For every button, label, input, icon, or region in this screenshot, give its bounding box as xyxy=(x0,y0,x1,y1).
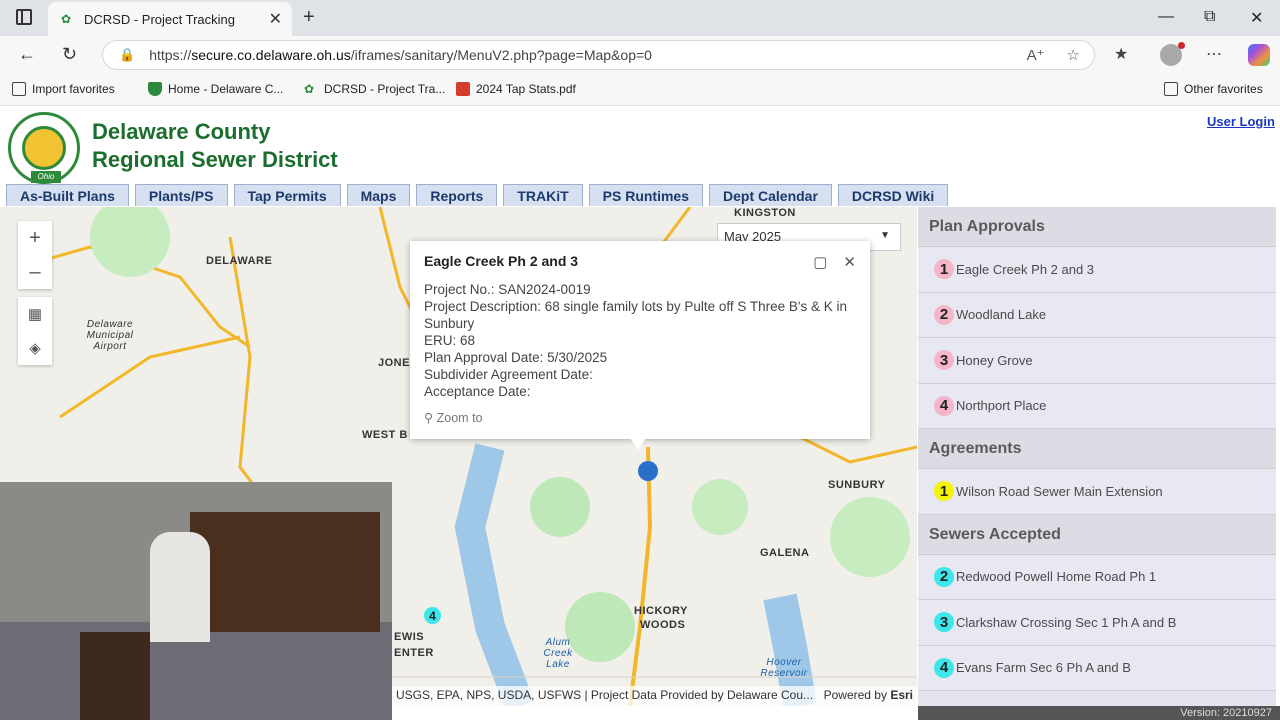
version-label: Version: 20210927 xyxy=(918,706,1280,720)
menu-plants-ps[interactable]: Plants/PS xyxy=(134,184,228,206)
url-path: /iframes/sanitary/MenuV2.php?page=Map&op… xyxy=(350,47,652,63)
popup-approval-date: Plan Approval Date: 5/30/2025 xyxy=(424,350,608,365)
more-menu-icon[interactable]: ⋯ xyxy=(1206,44,1222,64)
magnifier-icon: ⚲ xyxy=(424,411,434,425)
address-bar-row: ← ↻ 🔒 https://secure.co.delaware.oh.us/i… xyxy=(0,36,1280,74)
pdf-icon xyxy=(456,82,470,96)
county-logo: Ohio xyxy=(8,112,80,184)
list-item[interactable]: 3 Honey Grove xyxy=(918,338,1276,384)
project-sidebar: Plan Approvals 1 Eagle Creek Ph 2 and 3 2… xyxy=(918,207,1276,706)
zoom-to-link[interactable]: ⚲ Zoom to xyxy=(424,410,856,425)
menu-maps[interactable]: Maps xyxy=(346,184,411,206)
folder-icon xyxy=(1164,82,1178,96)
org-title: Delaware County Regional Sewer District xyxy=(92,119,338,172)
back-icon[interactable]: ← xyxy=(18,44,36,65)
chevron-down-icon: ▼ xyxy=(880,230,890,241)
list-item[interactable]: 4 Evans Farm Sec 6 Ph A and B xyxy=(918,645,1276,691)
map-bottom-strip xyxy=(392,706,918,720)
map-label-lewis: EWIS xyxy=(394,631,425,643)
main-menu: As-Built Plans Plants/PS Tap Permits Map… xyxy=(6,184,949,206)
shield-icon xyxy=(148,82,162,96)
section-plan-approvals: Plan Approvals xyxy=(918,207,1276,247)
map-label-galena: GALENA xyxy=(760,547,810,559)
menu-reports[interactable]: Reports xyxy=(416,184,498,206)
site-favicon-icon: ✿ xyxy=(60,12,72,26)
tab-title: DCRSD - Project Tracking xyxy=(84,11,235,27)
popup-project-no: Project No.: SAN2024-0019 xyxy=(424,282,591,297)
page-content: Ohio Delaware County Regional Sewer Dist… xyxy=(0,106,1280,720)
tab-close-icon[interactable]: ✕ xyxy=(269,9,282,29)
menu-dept-calendar[interactable]: Dept Calendar xyxy=(709,184,832,206)
window-close-icon[interactable]: ✕ xyxy=(1250,8,1263,28)
favorites-icon[interactable]: ★ xyxy=(1114,44,1128,64)
url-host: secure.co.delaware.oh.us xyxy=(191,47,351,63)
bookmarks-bar: Import favorites Home - Delaware C... ✿ … xyxy=(0,74,1280,106)
restore-icon[interactable]: ⧉ xyxy=(1204,8,1215,26)
zoom-controls: + – xyxy=(18,221,52,289)
map-attribution: USGS, EPA, NPS, USDA, USFWS | Project Da… xyxy=(392,686,917,706)
import-icon xyxy=(12,82,26,96)
other-favorites[interactable]: Other favorites xyxy=(1164,82,1263,96)
bookmark-dcrsd[interactable]: ✿ DCRSD - Project Tra... xyxy=(304,82,445,96)
map-label-airport: Delaware Municipal Airport xyxy=(86,319,134,352)
map-label-west-b: WEST B xyxy=(362,429,408,441)
dock-icon[interactable]: ▢ xyxy=(813,253,827,271)
minimize-icon[interactable]: — xyxy=(1158,8,1174,26)
url-field[interactable]: 🔒 https://secure.co.delaware.oh.us/ifram… xyxy=(102,40,1095,70)
site-icon: ✿ xyxy=(304,82,315,96)
bookmark-pdf[interactable]: 2024 Tap Stats.pdf xyxy=(456,82,576,96)
map-label-sunbury: SUNBURY xyxy=(828,479,886,491)
popup-acceptance-date: Acceptance Date: xyxy=(424,384,531,399)
map-label-jone: JONE xyxy=(378,357,410,369)
list-item[interactable]: 2 Redwood Powell Home Road Ph 1 xyxy=(918,554,1276,600)
map-label-delaware: DELAWARE xyxy=(206,255,273,267)
qr-grid-icon[interactable]: ▦ xyxy=(18,297,52,331)
zoom-out-icon[interactable]: – xyxy=(18,255,52,289)
popup-eru: ERU: 68 xyxy=(424,333,476,348)
video-overlay xyxy=(0,482,392,720)
popup-close-icon[interactable]: ✕ xyxy=(843,253,856,271)
popup-title: Eagle Creek Ph 2 and 3 xyxy=(424,253,579,269)
menu-ps-runtimes[interactable]: PS Runtimes xyxy=(588,184,703,206)
tab-actions-icon[interactable] xyxy=(16,9,32,25)
list-item[interactable]: 3 Clarkshaw Crossing Sec 1 Ph A and B xyxy=(918,600,1276,646)
popup-description: Project Description: 68 single family lo… xyxy=(424,299,848,331)
list-item[interactable]: 2 Woodland Lake xyxy=(918,292,1276,338)
user-login-link[interactable]: User Login xyxy=(1207,114,1275,129)
zoom-in-icon[interactable]: + xyxy=(18,221,52,255)
menu-trakit[interactable]: TRAKiT xyxy=(503,184,583,206)
map-label-alum-lake: Alum Creek Lake xyxy=(543,637,573,670)
copilot-icon[interactable] xyxy=(1248,44,1270,66)
list-item[interactable]: 4 Northport Place xyxy=(918,383,1276,429)
new-tab-icon[interactable]: + xyxy=(303,6,315,29)
browser-tab[interactable]: ✿ DCRSD - Project Tracking ✕ xyxy=(48,2,292,36)
popup-pointer xyxy=(630,438,646,450)
read-aloud-icon[interactable]: A⁺ xyxy=(1027,46,1045,64)
browser-tab-bar: ✿ DCRSD - Project Tracking ✕ + — ⧉ ✕ xyxy=(0,0,1280,36)
menu-dcrsd-wiki[interactable]: DCRSD Wiki xyxy=(837,184,949,206)
layers-icon[interactable]: ◈ xyxy=(18,331,52,365)
menu-as-built-plans[interactable]: As-Built Plans xyxy=(6,184,129,206)
map-label-center: ENTER xyxy=(394,647,434,659)
map-label-hoover: Hoover Reservoir xyxy=(760,657,808,679)
profile-avatar[interactable] xyxy=(1160,42,1185,66)
list-item[interactable]: 1 Eagle Creek Ph 2 and 3 xyxy=(918,247,1276,293)
refresh-icon[interactable]: ↻ xyxy=(62,44,77,65)
url-prefix: https:// xyxy=(149,47,192,63)
favorite-star-icon[interactable]: ☆ xyxy=(1067,46,1080,64)
map-tools: ▦ ◈ xyxy=(18,297,52,365)
bookmark-home[interactable]: Home - Delaware C... xyxy=(148,82,283,96)
map-marker-4[interactable]: 4 xyxy=(424,607,441,624)
map-label-woods: WOODS xyxy=(640,619,686,631)
section-sewers-accepted: Sewers Accepted xyxy=(918,514,1276,555)
menu-tap-permits[interactable]: Tap Permits xyxy=(233,184,341,206)
map-label-hickory: HICKORY xyxy=(634,605,688,617)
section-agreements: Agreements xyxy=(918,429,1276,469)
project-popup: ▢ ✕ Eagle Creek Ph 2 and 3 Project No.: … xyxy=(410,241,870,439)
bookmark-import[interactable]: Import favorites xyxy=(12,82,115,96)
list-item[interactable]: 1 Wilson Road Sewer Main Extension xyxy=(918,469,1276,515)
map-label-kingston: KINGSTON xyxy=(734,207,796,219)
lock-icon[interactable]: 🔒 xyxy=(119,47,135,63)
popup-subdivider-date: Subdivider Agreement Date: xyxy=(424,367,593,382)
